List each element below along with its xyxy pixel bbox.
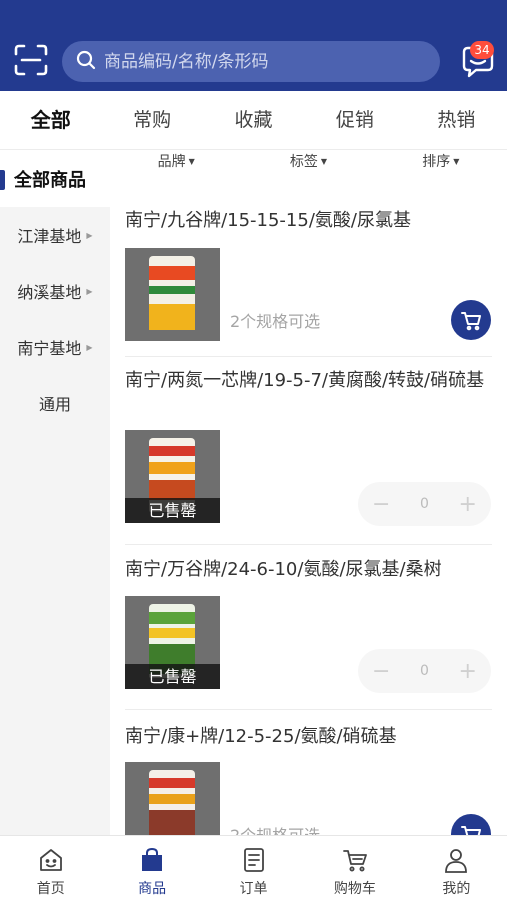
filter-sort[interactable]: 排序 ▼ [375, 151, 507, 173]
active-indicator [0, 170, 5, 190]
quantity-stepper[interactable]: − 0 + [358, 482, 491, 526]
sidebar-item-naxi[interactable]: 纳溪基地 ▶ [0, 263, 110, 319]
minus-button[interactable]: − [372, 492, 390, 517]
divider [125, 709, 492, 710]
tabbar-label: 我的 [442, 881, 471, 897]
spec-count: 2个规格可选 [230, 822, 320, 835]
tab-all[interactable]: 全部 [0, 91, 101, 149]
triangle-right-icon: ▶ [86, 230, 93, 240]
message-badge: 34 [470, 41, 494, 59]
sold-out-label: 已售罄 [125, 664, 220, 689]
add-to-cart-button[interactable] [451, 300, 491, 340]
sidebar-item-label: 全部商品 [14, 170, 86, 191]
caret-down-icon: ▼ [320, 157, 328, 166]
product-name[interactable]: 南宁/两氮一芯牌/19-5-7/黄腐酸/转鼓/硝硫基 [125, 368, 495, 393]
tab-favorites[interactable]: 收藏 [203, 91, 304, 149]
cart-icon [461, 826, 481, 835]
filter-label: 排序 [422, 154, 451, 170]
product-image[interactable]: 已售罄 [125, 596, 220, 689]
sidebar-item-nanning[interactable]: 南宁基地 ▶ [0, 319, 110, 375]
user-icon [445, 849, 468, 873]
header-bar: 34 [0, 0, 507, 91]
product-image[interactable]: 已售罄 [125, 430, 220, 523]
product-bag-image [149, 256, 195, 330]
search-input[interactable] [104, 51, 424, 72]
category-tabs: 全部 常购 收藏 促销 热销 [0, 91, 507, 150]
home-icon [39, 849, 62, 871]
spec-count: 2个规格可选 [230, 312, 321, 331]
quantity-stepper[interactable]: − 0 + [358, 649, 491, 693]
tabbar-cart[interactable]: 购物车 [304, 836, 405, 900]
sidebar-item-label: 南宁基地 [17, 339, 82, 358]
product-name[interactable]: 南宁/康+牌/12-5-25/氨酸/硝硫基 [125, 724, 495, 749]
tabbar-orders[interactable]: 订单 [203, 836, 304, 900]
add-to-cart-button[interactable] [451, 814, 491, 835]
minus-button[interactable]: − [372, 659, 390, 684]
sidebar-item-all[interactable]: 全部商品 [0, 151, 110, 207]
quantity-value: 0 [420, 663, 429, 679]
category-sidebar: 全部商品 江津基地 ▶ 纳溪基地 ▶ 南宁基地 ▶ 通用 [0, 151, 110, 835]
tabbar-label: 商品 [138, 881, 167, 897]
cart-icon [343, 850, 367, 872]
product-name[interactable]: 南宁/九谷牌/15-15-15/氨酸/尿氯基 [125, 208, 495, 233]
tabbar-label: 订单 [239, 881, 268, 897]
tabbar-products[interactable]: 商品 [101, 836, 202, 900]
sidebar-item-label: 纳溪基地 [17, 283, 82, 302]
product-list: 南宁/九谷牌/15-15-15/氨酸/尿氯基 2个规格可选 南宁/两氮一芯牌/1… [110, 174, 507, 835]
product-bag-image [149, 770, 195, 835]
sidebar-item-jiangjin[interactable]: 江津基地 ▶ [0, 207, 110, 263]
triangle-right-icon: ▶ [86, 286, 93, 296]
sidebar-item-general[interactable]: 通用 [0, 375, 110, 431]
cart-icon [461, 312, 481, 331]
caret-down-icon: ▼ [188, 157, 195, 166]
quantity-value: 0 [420, 496, 429, 512]
product-name[interactable]: 南宁/万谷牌/24-6-10/氨酸/尿氯基/桑树 [125, 557, 495, 582]
sold-out-label: 已售罄 [125, 498, 220, 523]
product-image[interactable] [125, 762, 220, 835]
bottom-tab-bar: 首页 商品 订单 购物车 我的 [0, 835, 507, 900]
tabbar-profile[interactable]: 我的 [406, 836, 507, 900]
sidebar-item-label: 江津基地 [17, 227, 82, 246]
product-image[interactable] [125, 248, 220, 341]
filter-label: 标签 [289, 154, 318, 170]
divider [125, 544, 492, 545]
triangle-right-icon: ▶ [86, 342, 93, 352]
caret-down-icon: ▼ [453, 157, 460, 166]
tabbar-home[interactable]: 首页 [0, 836, 101, 900]
scan-icon[interactable] [14, 44, 48, 76]
shopping-bag-icon [142, 847, 163, 871]
divider [125, 356, 492, 357]
filter-tag[interactable]: 标签 ▼ [242, 151, 374, 173]
search-icon [76, 50, 96, 74]
tab-frequent[interactable]: 常购 [101, 91, 202, 149]
tab-promotions[interactable]: 促销 [304, 91, 405, 149]
tab-hot[interactable]: 热销 [406, 91, 507, 149]
tabbar-label: 购物车 [333, 881, 376, 897]
filter-label: 品牌 [157, 154, 186, 170]
sidebar-item-label: 通用 [38, 395, 71, 414]
tabbar-label: 首页 [36, 881, 65, 897]
order-list-icon [243, 848, 264, 872]
search-bar[interactable] [62, 41, 440, 82]
filter-bar: 品牌 ▼ 标签 ▼ 排序 ▼ [110, 151, 507, 173]
plus-button[interactable]: + [459, 659, 477, 684]
filter-brand[interactable]: 品牌 ▼ [110, 151, 242, 173]
plus-button[interactable]: + [459, 492, 477, 517]
